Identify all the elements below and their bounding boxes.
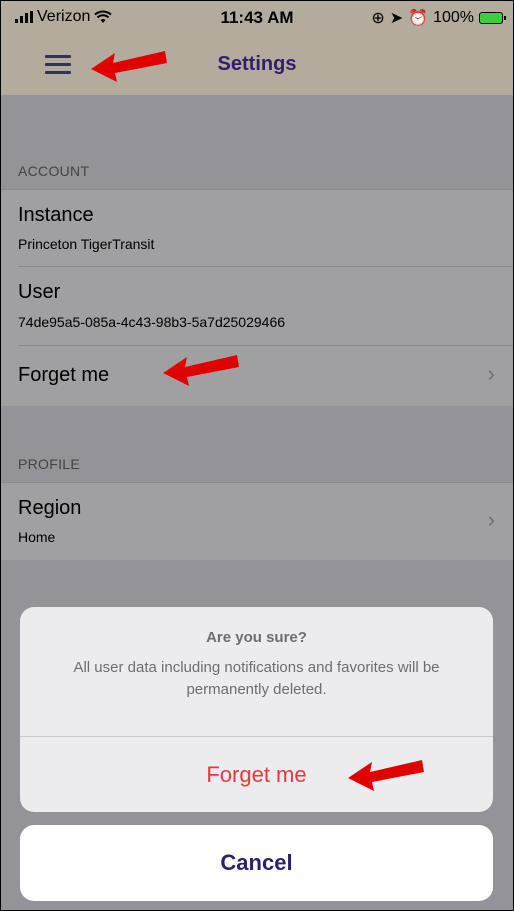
top-bar: Verizon 11:43 AM ⊕ ➤ ⏰ 100% Settings <box>1 1 513 95</box>
annotation-arrow-icon <box>91 51 167 82</box>
alarm-icon: ⏰ <box>408 10 429 27</box>
row-user: User 74de95a5-085a-4c43-98b3-5a7d2502946… <box>1 267 513 346</box>
status-bar: Verizon 11:43 AM ⊕ ➤ ⏰ 100% <box>1 1 513 33</box>
chevron-right-icon: › <box>487 507 495 532</box>
row-subtitle: Princeton TigerTransit <box>18 236 155 252</box>
row-title: Instance <box>18 204 94 226</box>
section-header-profile: PROFILE <box>18 456 81 472</box>
rotation-lock-icon: ⊕ <box>371 10 385 27</box>
section-header-account: ACCOUNT <box>18 163 90 179</box>
annotation-arrow-icon <box>163 355 239 386</box>
action-sheet-title: Are you sure? <box>206 629 307 646</box>
battery-icon <box>479 12 506 24</box>
chevron-right-icon: › <box>487 361 495 386</box>
annotation-arrow-icon <box>348 760 424 791</box>
location-icon: ➤ <box>389 10 404 27</box>
row-title: Forget me <box>18 364 110 386</box>
cancel-button[interactable]: Cancel <box>20 825 493 901</box>
row-title: Region <box>18 497 82 519</box>
phone-screen: Verizon 11:43 AM ⊕ ➤ ⏰ 100% Settings ACC… <box>0 0 514 911</box>
battery-percent: 100% <box>433 9 474 26</box>
row-subtitle: Home <box>18 529 56 545</box>
row-subtitle: 74de95a5-085a-4c43-98b3-5a7d25029466 <box>18 314 286 330</box>
row-forget-me[interactable]: Forget me › <box>1 346 513 406</box>
nav-bar: Settings <box>1 41 513 89</box>
action-sheet-message: All user data including notifications an… <box>73 659 440 698</box>
row-title: User <box>18 281 61 303</box>
row-instance: Instance Princeton TigerTransit <box>1 189 513 267</box>
page-title: Settings <box>217 53 297 75</box>
status-right: ⊕ ➤ ⏰ 100% <box>371 8 506 28</box>
row-region[interactable]: Region Home › <box>1 482 513 560</box>
